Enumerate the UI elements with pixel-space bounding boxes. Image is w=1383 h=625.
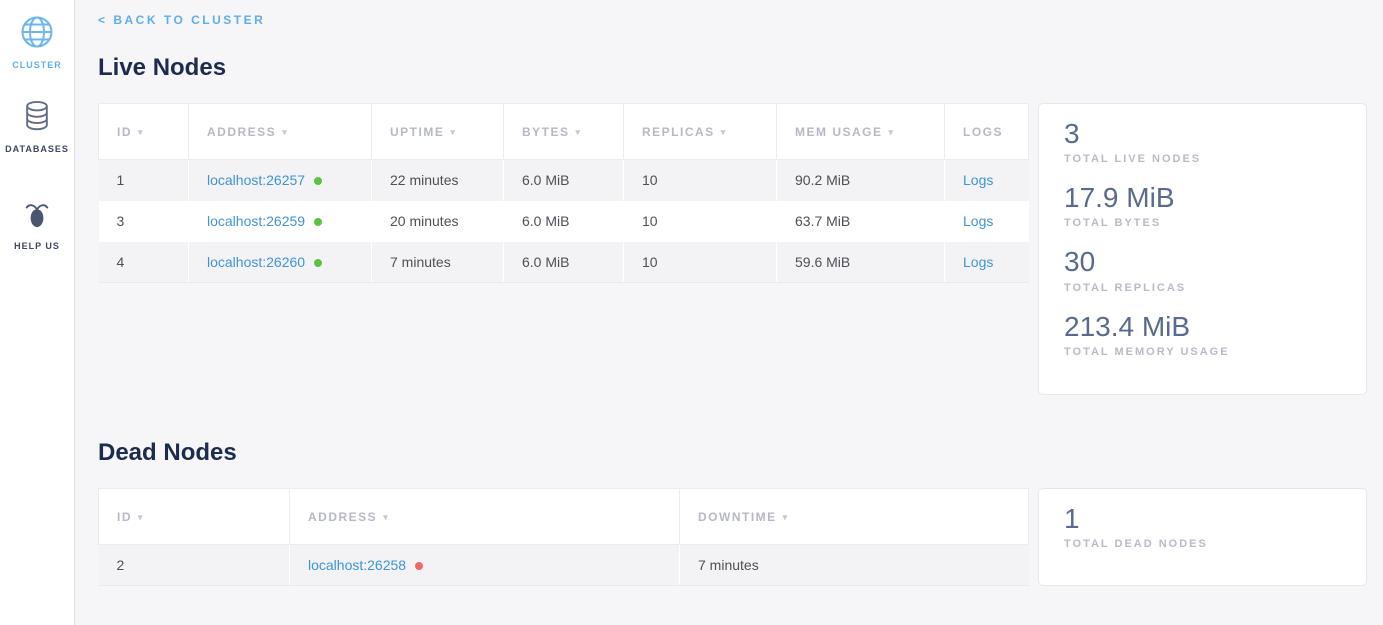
node-logs-cell: Logs xyxy=(945,201,1029,242)
summary-value: 3 xyxy=(1064,118,1346,150)
summary-label: TOTAL LIVE NODES xyxy=(1064,153,1346,165)
sort-arrow-icon xyxy=(777,510,789,524)
sort-arrow-icon xyxy=(715,125,727,139)
column-header-downtime[interactable]: DOWNTIME xyxy=(680,489,1029,545)
sort-arrow-icon xyxy=(570,125,582,139)
node-logs-cell: Logs xyxy=(945,242,1029,283)
main-content: < BACK TO CLUSTER Live Nodes ID ADDRESS … xyxy=(75,0,1383,625)
node-mem-usage-cell: 90.2 MiB xyxy=(777,160,945,201)
table-row: 3 localhost:26259 20 minutes 6.0 MiB 10 … xyxy=(99,201,1029,242)
table-row: 4 localhost:26260 7 minutes 6.0 MiB 10 5… xyxy=(99,242,1029,283)
database-icon xyxy=(22,99,52,138)
column-header-address[interactable]: ADDRESS xyxy=(290,489,680,545)
logs-link[interactable]: Logs xyxy=(963,172,993,188)
summary-label: TOTAL DEAD NODES xyxy=(1064,538,1346,550)
live-status-dot-icon xyxy=(314,177,322,185)
summary-item: 30 TOTAL REPLICAS xyxy=(1064,246,1346,293)
sidebar-item-label: DATABASES xyxy=(5,144,69,154)
sort-arrow-icon xyxy=(883,125,895,139)
summary-label: TOTAL MEMORY USAGE xyxy=(1064,346,1346,358)
node-uptime-cell: 20 minutes xyxy=(372,201,504,242)
live-nodes-summary-panel: 3 TOTAL LIVE NODES 17.9 MiB TOTAL BYTES … xyxy=(1038,103,1367,395)
node-id-cell: 1 xyxy=(99,160,189,201)
dead-nodes-section: Dead Nodes ID ADDRESS DOWNTIME 2 localh xyxy=(98,439,1367,586)
summary-item: 3 TOTAL LIVE NODES xyxy=(1064,118,1346,165)
node-address-link[interactable]: localhost:26259 xyxy=(207,213,305,229)
sort-arrow-icon xyxy=(132,125,144,139)
node-replicas-cell: 10 xyxy=(624,160,777,201)
dead-status-dot-icon xyxy=(415,562,423,570)
node-address-cell: localhost:26260 xyxy=(189,242,372,283)
dead-nodes-table: ID ADDRESS DOWNTIME 2 localhost:26258 7 … xyxy=(98,488,1029,586)
summary-value: 30 xyxy=(1064,246,1346,278)
node-id-cell: 3 xyxy=(99,201,189,242)
node-uptime-cell: 7 minutes xyxy=(372,242,504,283)
summary-label: TOTAL BYTES xyxy=(1064,217,1346,229)
sort-arrow-icon xyxy=(276,125,288,139)
summary-value: 1 xyxy=(1064,503,1346,535)
node-address-link[interactable]: localhost:26260 xyxy=(207,254,305,270)
logs-link[interactable]: Logs xyxy=(963,213,993,229)
node-logs-cell: Logs xyxy=(945,160,1029,201)
live-status-dot-icon xyxy=(314,259,322,267)
node-replicas-cell: 10 xyxy=(624,201,777,242)
column-header-bytes[interactable]: BYTES xyxy=(504,104,624,160)
back-to-cluster-link[interactable]: < BACK TO CLUSTER xyxy=(98,13,265,27)
sidebar-item-label: CLUSTER xyxy=(12,60,62,70)
column-header-logs: LOGS xyxy=(945,104,1029,160)
live-nodes-table: ID ADDRESS UPTIME BYTES REPLICAS MEM USA… xyxy=(98,103,1029,283)
live-status-dot-icon xyxy=(314,218,322,226)
live-nodes-section: Live Nodes ID ADDRESS UPTIME BYTES REPLI… xyxy=(98,54,1367,395)
node-address-link[interactable]: localhost:26258 xyxy=(308,557,406,573)
table-header-row: ID ADDRESS UPTIME BYTES REPLICAS MEM USA… xyxy=(99,104,1029,160)
sidebar-item-label: HELP US xyxy=(14,241,60,251)
node-id-cell: 2 xyxy=(99,545,290,586)
dead-nodes-title: Dead Nodes xyxy=(98,439,1367,467)
column-header-mem-usage[interactable]: MEM USAGE xyxy=(777,104,945,160)
node-downtime-cell: 7 minutes xyxy=(680,545,1029,586)
summary-label: TOTAL REPLICAS xyxy=(1064,282,1346,294)
sort-arrow-icon xyxy=(444,125,456,139)
node-uptime-cell: 22 minutes xyxy=(372,160,504,201)
summary-item: 17.9 MiB TOTAL BYTES xyxy=(1064,182,1346,229)
node-mem-usage-cell: 63.7 MiB xyxy=(777,201,945,242)
summary-value: 17.9 MiB xyxy=(1064,182,1346,214)
column-header-id[interactable]: ID xyxy=(99,104,189,160)
node-address-cell: localhost:26257 xyxy=(189,160,372,201)
sort-arrow-icon xyxy=(132,510,144,524)
sidebar-item-help-us[interactable]: HELP US xyxy=(14,200,60,251)
table-row: 1 localhost:26257 22 minutes 6.0 MiB 10 … xyxy=(99,160,1029,201)
logs-link[interactable]: Logs xyxy=(963,254,993,270)
sidebar-item-cluster[interactable]: CLUSTER xyxy=(12,15,62,70)
node-bytes-cell: 6.0 MiB xyxy=(504,201,624,242)
dead-nodes-summary-panel: 1 TOTAL DEAD NODES xyxy=(1038,488,1367,586)
cockroach-icon xyxy=(22,200,52,235)
node-replicas-cell: 10 xyxy=(624,242,777,283)
summary-value: 213.4 MiB xyxy=(1064,311,1346,343)
summary-item: 1 TOTAL DEAD NODES xyxy=(1064,503,1346,550)
node-bytes-cell: 6.0 MiB xyxy=(504,160,624,201)
table-row: 2 localhost:26258 7 minutes xyxy=(99,545,1029,586)
node-address-cell: localhost:26258 xyxy=(290,545,680,586)
globe-icon xyxy=(20,15,54,54)
node-id-cell: 4 xyxy=(99,242,189,283)
summary-item: 213.4 MiB TOTAL MEMORY USAGE xyxy=(1064,311,1346,358)
sort-arrow-icon xyxy=(377,510,389,524)
table-header-row: ID ADDRESS DOWNTIME xyxy=(99,489,1029,545)
node-address-cell: localhost:26259 xyxy=(189,201,372,242)
node-mem-usage-cell: 59.6 MiB xyxy=(777,242,945,283)
sidebar: CLUSTER DATABASES HELP US xyxy=(0,0,75,625)
node-bytes-cell: 6.0 MiB xyxy=(504,242,624,283)
column-header-id[interactable]: ID xyxy=(99,489,290,545)
live-nodes-title: Live Nodes xyxy=(98,54,1367,82)
node-address-link[interactable]: localhost:26257 xyxy=(207,172,305,188)
column-header-replicas[interactable]: REPLICAS xyxy=(624,104,777,160)
column-header-uptime[interactable]: UPTIME xyxy=(372,104,504,160)
sidebar-item-databases[interactable]: DATABASES xyxy=(5,99,69,154)
column-header-address[interactable]: ADDRESS xyxy=(189,104,372,160)
